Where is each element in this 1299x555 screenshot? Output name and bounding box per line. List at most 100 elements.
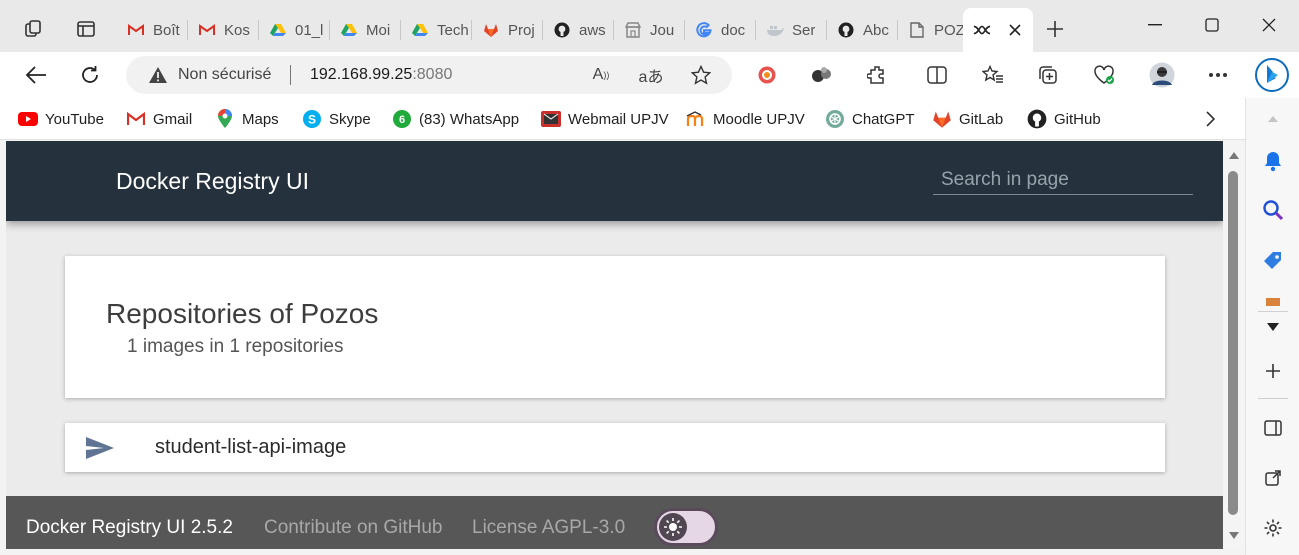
- browser-toolbar: Non sécurisé 192.168.99.25:8080 A)) aあ: [0, 52, 1299, 98]
- search-icon[interactable]: [1258, 195, 1288, 225]
- bookmark-youtube[interactable]: YouTube: [18, 108, 104, 130]
- collections-icon[interactable]: [1032, 59, 1064, 91]
- security-status[interactable]: Non sécurisé: [178, 66, 271, 84]
- url-host: 192.168.99.25: [310, 66, 413, 83]
- gmail-icon: [127, 21, 145, 39]
- tools-icon[interactable]: [1258, 294, 1288, 306]
- bookmark-skype[interactable]: S Skype: [302, 108, 371, 130]
- tab-label: Tech: [437, 21, 469, 39]
- browser-tab[interactable]: Boît: [117, 8, 188, 52]
- browser-tab[interactable]: Abc: [827, 8, 898, 52]
- google-drive-icon: [269, 21, 287, 39]
- bookmark-label: GitHub: [1054, 110, 1101, 128]
- maximize-icon[interactable]: [1189, 10, 1235, 40]
- edge-sidebar: [1245, 98, 1299, 555]
- store-icon: [624, 21, 642, 39]
- url-text[interactable]: 192.168.99.25:8080: [310, 66, 452, 84]
- docker-registry-icon: [973, 21, 991, 39]
- bookmark-label: YouTube: [45, 110, 104, 128]
- gitlab-icon: [932, 109, 952, 129]
- profile-avatar[interactable]: [1146, 59, 1178, 91]
- more-options-icon[interactable]: [1202, 59, 1234, 91]
- bookmark-chatgpt[interactable]: ChatGPT: [825, 108, 915, 130]
- page-viewport: Docker Registry UI Repositories of Pozos…: [6, 141, 1223, 549]
- browser-tab[interactable]: POZ: [898, 8, 963, 52]
- extensions-icon[interactable]: [861, 59, 893, 91]
- webmail-icon: [541, 109, 561, 129]
- bing-copilot-icon[interactable]: [1254, 57, 1290, 93]
- close-window-icon[interactable]: [1246, 10, 1292, 40]
- browser-tab[interactable]: Moi: [330, 8, 401, 52]
- repositories-header-card: Repositories of Pozos 1 images in 1 repo…: [65, 256, 1165, 398]
- gmail-icon: [126, 109, 146, 129]
- bookmark-label: Maps: [242, 110, 279, 128]
- hide-sidebar-icon[interactable]: [1258, 413, 1288, 443]
- bookmark-label: Skype: [329, 110, 371, 128]
- extension-chrome-icon[interactable]: [751, 59, 783, 91]
- tab-strip: Boît Kos 01_l Moi Tech Proj aws Jou doc …: [0, 0, 1299, 52]
- repositories-count: 1 images in 1 repositories: [127, 336, 344, 357]
- sidebar-settings-gear-icon[interactable]: [1258, 513, 1288, 543]
- favorites-icon[interactable]: [977, 59, 1009, 91]
- extension-dots-icon[interactable]: [806, 59, 838, 91]
- browser-essentials-icon[interactable]: [1088, 59, 1120, 91]
- browser-tab[interactable]: Proj: [472, 8, 543, 52]
- new-tab-icon[interactable]: [1038, 12, 1072, 46]
- bookmark-gitlab[interactable]: GitLab: [932, 108, 1003, 130]
- repository-name[interactable]: student-list-api-image: [155, 436, 346, 459]
- read-aloud-icon[interactable]: A)): [588, 62, 614, 88]
- browser-tab[interactable]: Tech: [401, 8, 472, 52]
- refresh-icon[interactable]: [74, 59, 106, 91]
- page-footer: Docker Registry UI 2.5.2 Contribute on G…: [6, 496, 1223, 549]
- add-sidebar-app-icon[interactable]: [1258, 356, 1288, 386]
- bookmark-maps[interactable]: Maps: [215, 108, 279, 130]
- browser-tab[interactable]: doc: [685, 8, 756, 52]
- bookmark-gmail[interactable]: Gmail: [126, 108, 192, 130]
- browser-tab[interactable]: aws: [543, 8, 614, 52]
- browser-tab[interactable]: Ser: [756, 8, 827, 52]
- split-screen-icon[interactable]: [921, 59, 953, 91]
- active-tab[interactable]: [963, 8, 1033, 52]
- workspaces-icon[interactable]: [17, 12, 51, 46]
- sidebar-scroll-up-icon[interactable]: [1258, 104, 1288, 134]
- repository-row[interactable]: student-list-api-image: [65, 423, 1165, 472]
- theme-toggle[interactable]: [654, 508, 718, 546]
- shopping-tag-icon[interactable]: [1258, 246, 1288, 276]
- back-icon[interactable]: [20, 59, 52, 91]
- bookmark-webmail[interactable]: Webmail UPJV: [541, 108, 669, 130]
- tab-label: doc: [721, 21, 746, 39]
- docker-icon: [766, 21, 784, 39]
- bookmark-whatsapp[interactable]: 6 (83) WhatsApp: [392, 108, 519, 130]
- page-icon: [908, 21, 926, 39]
- url-port: :8080: [412, 66, 453, 83]
- close-tab-icon[interactable]: [1009, 24, 1021, 36]
- app-title[interactable]: Docker Registry UI: [116, 168, 309, 195]
- github-icon: [553, 21, 571, 39]
- browser-tab[interactable]: Kos: [188, 8, 259, 52]
- google-drive-icon: [340, 21, 358, 39]
- address-bar[interactable]: Non sécurisé 192.168.99.25:8080 A)) aあ: [126, 56, 732, 94]
- sidebar-collapse-chevron-icon[interactable]: [1258, 312, 1288, 342]
- open-external-icon[interactable]: [1258, 463, 1288, 493]
- page-scrollbar[interactable]: [1223, 141, 1245, 549]
- scroll-down-arrow-icon[interactable]: [1228, 529, 1240, 541]
- contribute-link[interactable]: Contribute on GitHub: [264, 517, 443, 539]
- browser-tab[interactable]: 01_l: [259, 8, 330, 52]
- bookmarks-more-chevron-icon[interactable]: [1205, 108, 1215, 130]
- license-link[interactable]: License AGPL-3.0: [472, 517, 625, 539]
- bookmark-github[interactable]: GitHub: [1027, 108, 1101, 130]
- bookmark-label: ChatGPT: [852, 110, 915, 128]
- minimize-icon[interactable]: [1132, 10, 1178, 40]
- scrollbar-thumb[interactable]: [1228, 171, 1238, 515]
- notifications-bell-icon[interactable]: [1258, 146, 1288, 176]
- sun-icon: [659, 513, 687, 541]
- bookmark-moodle[interactable]: Moodle UPJV: [686, 108, 805, 130]
- search-input[interactable]: [933, 165, 1193, 195]
- favorite-star-icon[interactable]: [688, 62, 714, 88]
- translate-icon[interactable]: aあ: [638, 62, 664, 88]
- scroll-up-arrow-icon[interactable]: [1228, 149, 1240, 161]
- tab-actions-icon[interactable]: [69, 12, 103, 46]
- warning-icon[interactable]: [148, 66, 168, 89]
- google-drive-icon: [411, 21, 429, 39]
- browser-tab[interactable]: Jou: [614, 8, 685, 52]
